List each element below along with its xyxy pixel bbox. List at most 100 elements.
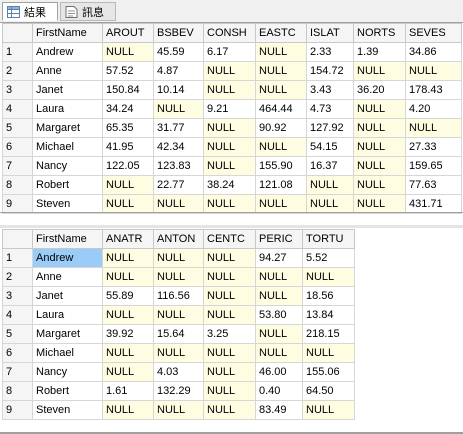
table-row[interactable]: 7 Nancy NULL 4.03 NULL 46.00 155.06 [2, 362, 355, 382]
column-header[interactable]: PERIC [255, 229, 303, 249]
value-cell[interactable]: NULL [102, 194, 154, 214]
value-cell[interactable]: NULL [203, 194, 256, 214]
firstname-cell[interactable]: Robert [32, 381, 103, 401]
table-row[interactable]: 8 Robert NULL 22.77 38.24 121.08 NULL NULL 77.63 [2, 175, 462, 195]
value-cell[interactable]: 155.06 [302, 362, 355, 382]
value-cell[interactable]: 41.95 [102, 137, 154, 157]
value-cell[interactable]: NULL [102, 305, 154, 325]
value-cell[interactable]: 15.64 [153, 324, 204, 344]
value-cell[interactable]: 38.24 [203, 175, 256, 195]
value-cell[interactable]: 6.17 [203, 42, 256, 62]
value-cell[interactable]: 53.80 [255, 305, 303, 325]
table-row[interactable]: 1 Andrew NULL 45.59 6.17 NULL 2.33 1.39 34.86 [2, 42, 462, 62]
value-cell[interactable]: 90.92 [255, 118, 307, 138]
value-cell[interactable]: 464.44 [255, 99, 307, 119]
value-cell[interactable]: NULL [302, 343, 355, 363]
value-cell[interactable]: 3.25 [203, 324, 256, 344]
value-cell[interactable]: 57.52 [102, 61, 154, 81]
value-cell[interactable]: NULL [255, 286, 303, 306]
value-cell[interactable]: NULL [203, 118, 256, 138]
value-cell[interactable]: 178.43 [405, 80, 462, 100]
value-cell[interactable]: NULL [306, 194, 354, 214]
tab-results[interactable]: 結果 [2, 2, 58, 21]
row-number[interactable]: 8 [2, 175, 33, 195]
value-cell[interactable]: 54.15 [306, 137, 354, 157]
value-cell[interactable]: 132.29 [153, 381, 204, 401]
column-header[interactable]: CENTC [203, 229, 256, 249]
value-cell[interactable]: NULL [102, 343, 154, 363]
table-row[interactable]: 3 Janet 55.89 116.56 NULL NULL 18.56 [2, 286, 355, 306]
corner-cell[interactable] [2, 229, 33, 249]
firstname-cell[interactable]: Janet [32, 80, 103, 100]
value-cell[interactable]: 3.43 [306, 80, 354, 100]
value-cell[interactable]: NULL [102, 42, 154, 62]
value-cell[interactable]: NULL [153, 99, 204, 119]
row-number[interactable]: 4 [2, 305, 33, 325]
column-header[interactable]: BSBEV [153, 23, 204, 43]
table-row[interactable]: 1 Andrew NULL NULL NULL 94.27 5.52 [2, 248, 355, 268]
value-cell[interactable]: 13.84 [302, 305, 355, 325]
value-cell[interactable]: NULL [153, 267, 204, 287]
value-cell[interactable]: NULL [306, 175, 354, 195]
value-cell[interactable]: NULL [203, 286, 256, 306]
value-cell[interactable]: 45.59 [153, 42, 204, 62]
value-cell[interactable]: 4.73 [306, 99, 354, 119]
firstname-cell[interactable]: Andrew [32, 42, 103, 62]
value-cell[interactable]: 77.63 [405, 175, 462, 195]
value-cell[interactable]: NULL [353, 61, 406, 81]
value-cell[interactable]: NULL [255, 194, 307, 214]
value-cell[interactable]: NULL [353, 99, 406, 119]
value-cell[interactable]: NULL [203, 305, 256, 325]
value-cell[interactable]: 159.65 [405, 156, 462, 176]
value-cell[interactable]: 34.86 [405, 42, 462, 62]
firstname-cell[interactable]: Steven [32, 194, 103, 214]
value-cell[interactable]: NULL [203, 248, 256, 268]
value-cell[interactable]: NULL [302, 400, 355, 420]
column-header[interactable]: SEVES [405, 23, 462, 43]
firstname-cell[interactable]: Anne [32, 61, 103, 81]
table-row[interactable]: 3 Janet 150.84 10.14 NULL NULL 3.43 36.20 178.43 [2, 80, 462, 100]
value-cell[interactable]: 154.72 [306, 61, 354, 81]
value-cell[interactable]: NULL [255, 343, 303, 363]
value-cell[interactable]: NULL [255, 80, 307, 100]
value-cell[interactable]: 10.14 [153, 80, 204, 100]
value-cell[interactable]: 39.92 [102, 324, 154, 344]
table-row[interactable]: 2 Anne NULL NULL NULL NULL NULL [2, 267, 355, 287]
value-cell[interactable]: NULL [203, 400, 256, 420]
value-cell[interactable]: NULL [255, 267, 303, 287]
row-number[interactable]: 2 [2, 267, 33, 287]
table-row[interactable]: 6 Michael 41.95 42.34 NULL NULL 54.15 NULL 27.33 [2, 137, 462, 157]
value-cell[interactable]: NULL [353, 175, 406, 195]
row-number[interactable]: 6 [2, 343, 33, 363]
value-cell[interactable]: 31.77 [153, 118, 204, 138]
value-cell[interactable]: 155.90 [255, 156, 307, 176]
value-cell[interactable]: NULL [153, 343, 204, 363]
firstname-cell[interactable]: Andrew [32, 248, 103, 268]
value-cell[interactable]: 116.56 [153, 286, 204, 306]
value-cell[interactable]: NULL [353, 137, 406, 157]
results-grid-1[interactable]: FirstName AROUT BSBEV CONSH EASTC ISLAT NORTS S… [2, 23, 462, 214]
value-cell[interactable]: NULL [255, 42, 307, 62]
value-cell[interactable]: 4.87 [153, 61, 204, 81]
value-cell[interactable]: NULL [102, 175, 154, 195]
firstname-cell[interactable]: Michael [32, 137, 103, 157]
value-cell[interactable]: NULL [203, 137, 256, 157]
firstname-cell[interactable]: Laura [32, 305, 103, 325]
value-cell[interactable]: 94.27 [255, 248, 303, 268]
table-row[interactable]: 6 Michael NULL NULL NULL NULL NULL [2, 343, 355, 363]
column-header[interactable]: EASTC [255, 23, 307, 43]
value-cell[interactable]: 83.49 [255, 400, 303, 420]
value-cell[interactable]: NULL [353, 118, 406, 138]
value-cell[interactable]: NULL [353, 156, 406, 176]
row-number[interactable]: 1 [2, 42, 33, 62]
value-cell[interactable]: NULL [405, 61, 462, 81]
firstname-cell[interactable]: Margaret [32, 324, 103, 344]
row-number[interactable]: 5 [2, 118, 33, 138]
row-number[interactable]: 6 [2, 137, 33, 157]
firstname-cell[interactable]: Nancy [32, 156, 103, 176]
table-row[interactable]: 9 Steven NULL NULL NULL 83.49 NULL [2, 400, 355, 420]
value-cell[interactable]: 42.34 [153, 137, 204, 157]
splitter-bar[interactable] [0, 225, 463, 228]
value-cell[interactable]: NULL [102, 248, 154, 268]
value-cell[interactable]: 16.37 [306, 156, 354, 176]
